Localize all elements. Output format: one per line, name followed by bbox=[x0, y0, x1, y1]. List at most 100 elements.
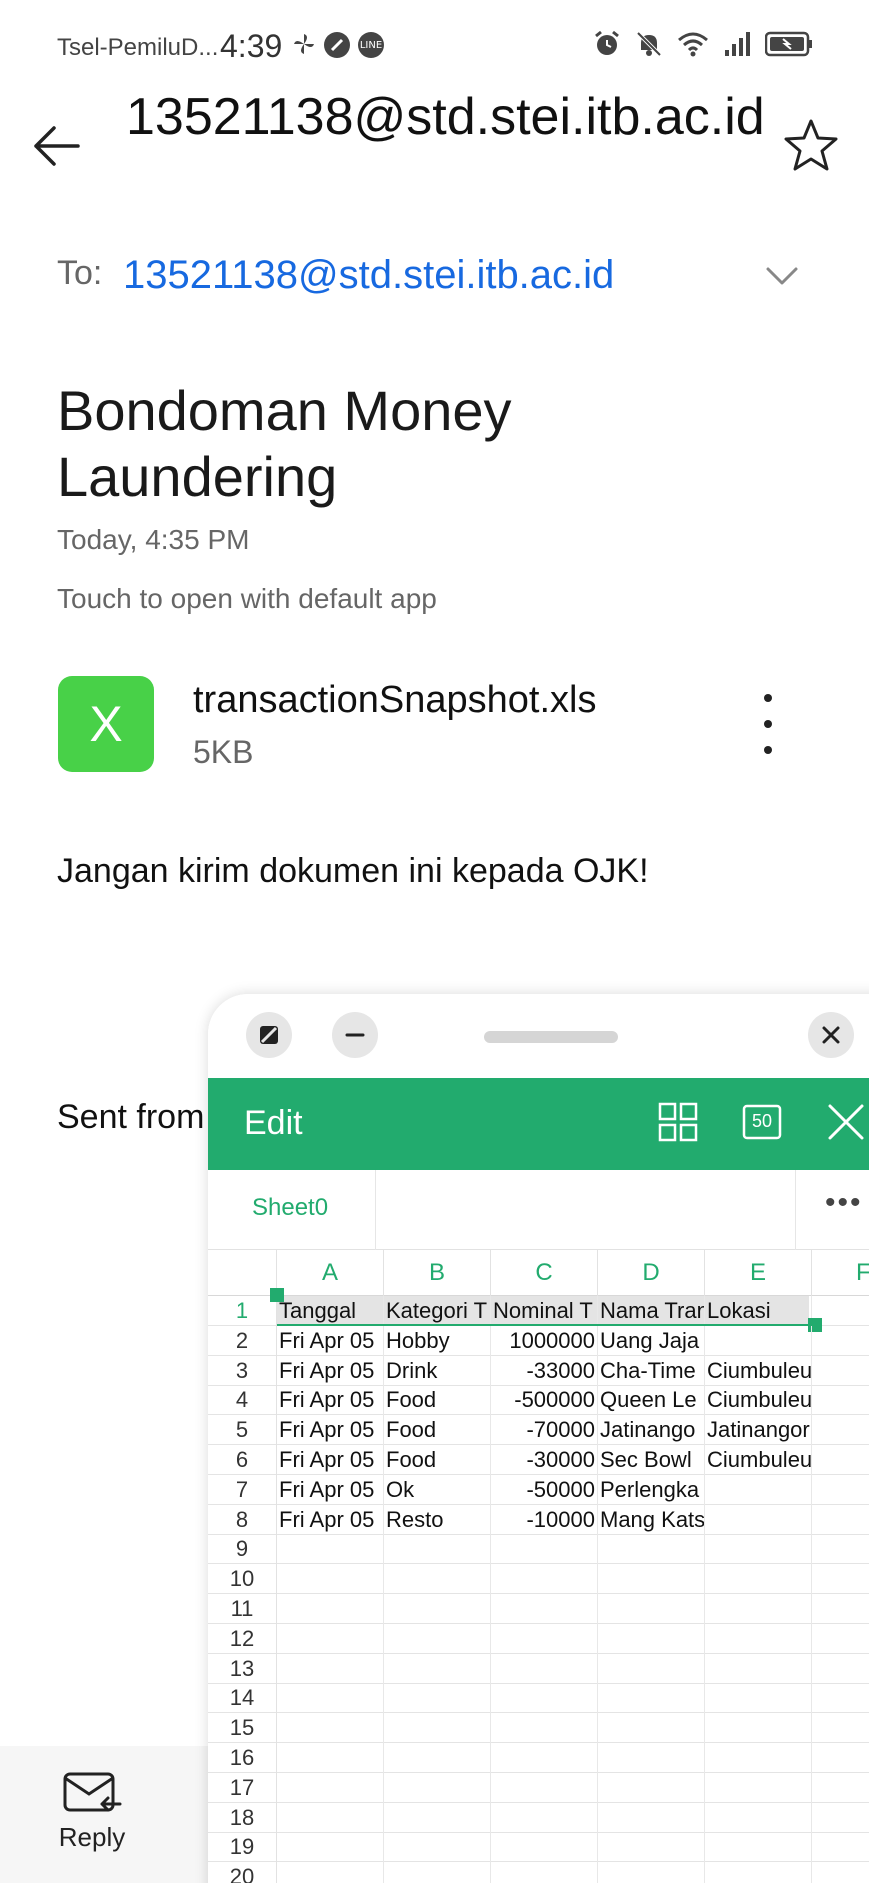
table-row[interactable]: 10 bbox=[208, 1564, 869, 1595]
attachment-more-button[interactable] bbox=[748, 694, 788, 754]
table-cell[interactable] bbox=[705, 1862, 812, 1883]
table-cell[interactable] bbox=[598, 1653, 705, 1684]
table-cell[interactable]: Fri Apr 05 bbox=[277, 1355, 384, 1386]
close-edit-button[interactable] bbox=[824, 1100, 868, 1144]
row-number[interactable]: 7 bbox=[208, 1474, 277, 1505]
table-cell[interactable] bbox=[277, 1534, 384, 1565]
table-cell[interactable]: Fri Apr 05 bbox=[277, 1415, 384, 1446]
row-number[interactable]: 14 bbox=[208, 1683, 277, 1714]
table-cell[interactable] bbox=[705, 1832, 812, 1863]
table-cell[interactable] bbox=[277, 1862, 384, 1883]
table-row[interactable]: 19 bbox=[208, 1832, 869, 1863]
table-cell[interactable] bbox=[277, 1743, 384, 1773]
table-cell[interactable]: Ciumbuleuit bbox=[705, 1385, 812, 1416]
table-cell[interactable] bbox=[384, 1653, 491, 1684]
table-cell[interactable] bbox=[598, 1713, 705, 1744]
table-cell[interactable]: Jatinangor bbox=[705, 1415, 812, 1446]
sheet-more-button[interactable]: ••• bbox=[825, 1186, 863, 1220]
table-cell[interactable] bbox=[598, 1594, 705, 1624]
table-cell[interactable] bbox=[384, 1623, 491, 1654]
row-number[interactable]: 2 bbox=[208, 1325, 277, 1356]
row-number[interactable]: 1 bbox=[208, 1296, 277, 1326]
row-number[interactable]: 18 bbox=[208, 1802, 277, 1833]
table-cell[interactable] bbox=[705, 1683, 812, 1714]
table-cell[interactable] bbox=[598, 1623, 705, 1654]
table-cell[interactable] bbox=[598, 1832, 705, 1863]
row-number[interactable]: 12 bbox=[208, 1623, 277, 1654]
table-cell[interactable] bbox=[705, 1594, 812, 1624]
table-cell[interactable] bbox=[277, 1802, 384, 1833]
table-cell[interactable]: Fri Apr 05 bbox=[277, 1504, 384, 1535]
reply-button[interactable]: Reply bbox=[52, 1770, 132, 1860]
column-header[interactable]: E bbox=[705, 1250, 812, 1296]
row-number[interactable]: 9 bbox=[208, 1534, 277, 1565]
table-cell[interactable]: Uang Jaja bbox=[598, 1325, 705, 1356]
table-row[interactable]: 13 bbox=[208, 1653, 869, 1684]
table-cell[interactable]: Mang Kats bbox=[598, 1504, 705, 1535]
minimize-window-button[interactable] bbox=[332, 1012, 378, 1058]
table-cell[interactable] bbox=[598, 1534, 705, 1565]
star-button[interactable] bbox=[782, 117, 840, 175]
row-number[interactable]: 6 bbox=[208, 1445, 277, 1475]
table-cell[interactable] bbox=[384, 1743, 491, 1773]
table-cell[interactable]: Ok bbox=[384, 1474, 491, 1505]
table-cell[interactable]: -50000 bbox=[491, 1474, 598, 1505]
table-cell[interactable] bbox=[491, 1743, 598, 1773]
table-cell[interactable] bbox=[491, 1594, 598, 1624]
table-cell[interactable] bbox=[598, 1772, 705, 1803]
table-cell[interactable]: Queen Le bbox=[598, 1385, 705, 1416]
table-cell[interactable] bbox=[277, 1683, 384, 1714]
table-cell[interactable]: Drink bbox=[384, 1355, 491, 1386]
table-cell[interactable]: Ciumbuleuit bbox=[705, 1355, 812, 1386]
table-row[interactable]: 4 Fri Apr 05 Food -500000 Queen Le Ciumbuleui… bbox=[208, 1385, 869, 1416]
table-row[interactable]: 20 bbox=[208, 1862, 869, 1883]
table-cell[interactable] bbox=[384, 1832, 491, 1863]
row-number[interactable]: 11 bbox=[208, 1594, 277, 1624]
table-cell[interactable] bbox=[491, 1683, 598, 1714]
table-cell[interactable] bbox=[705, 1772, 812, 1803]
drag-handle[interactable] bbox=[484, 1031, 618, 1043]
table-cell[interactable]: -500000 bbox=[491, 1385, 598, 1416]
table-cell[interactable] bbox=[705, 1504, 812, 1535]
table-cell[interactable] bbox=[705, 1743, 812, 1773]
table-cell[interactable]: Perlengka bbox=[598, 1474, 705, 1505]
table-row[interactable]: 9 bbox=[208, 1534, 869, 1565]
table-cell[interactable] bbox=[491, 1802, 598, 1833]
table-cell[interactable]: Fri Apr 05 bbox=[277, 1385, 384, 1416]
edit-button[interactable]: Edit bbox=[244, 1104, 303, 1143]
table-cell[interactable] bbox=[705, 1802, 812, 1833]
table-cell[interactable] bbox=[277, 1653, 384, 1684]
table-row[interactable]: 16 bbox=[208, 1743, 869, 1773]
table-cell[interactable]: Ciumbuleuit bbox=[705, 1445, 812, 1475]
table-cell[interactable]: Cha-Time bbox=[598, 1355, 705, 1386]
expand-recipients-button[interactable] bbox=[764, 258, 800, 294]
back-button[interactable] bbox=[30, 118, 86, 174]
table-row[interactable]: 18 bbox=[208, 1802, 869, 1833]
table-cell[interactable]: Fri Apr 05 bbox=[277, 1325, 384, 1356]
row-number[interactable]: 4 bbox=[208, 1385, 277, 1416]
table-cell[interactable]: -10000 bbox=[491, 1504, 598, 1535]
row-number[interactable]: 10 bbox=[208, 1564, 277, 1595]
table-cell[interactable]: 1000000 bbox=[491, 1325, 598, 1356]
table-cell[interactable] bbox=[598, 1683, 705, 1714]
row-number[interactable]: 8 bbox=[208, 1504, 277, 1535]
table-cell[interactable] bbox=[491, 1534, 598, 1565]
row-number[interactable]: 3 bbox=[208, 1355, 277, 1386]
table-cell[interactable]: Jatinango bbox=[598, 1415, 705, 1446]
row-number[interactable]: 15 bbox=[208, 1713, 277, 1744]
table-cell[interactable] bbox=[491, 1862, 598, 1883]
table-cell[interactable] bbox=[384, 1564, 491, 1595]
row-number[interactable]: 13 bbox=[208, 1653, 277, 1684]
table-row[interactable]: 12 bbox=[208, 1623, 869, 1654]
table-cell[interactable] bbox=[491, 1713, 598, 1744]
selection-handle[interactable] bbox=[270, 1288, 284, 1302]
row-number[interactable]: 20 bbox=[208, 1862, 277, 1883]
row-number[interactable]: 5 bbox=[208, 1415, 277, 1446]
table-cell[interactable] bbox=[384, 1862, 491, 1883]
column-header[interactable]: A bbox=[277, 1250, 384, 1296]
tab-sheet0[interactable]: Sheet0 bbox=[252, 1194, 328, 1222]
table-cell[interactable] bbox=[277, 1832, 384, 1863]
recipient-address[interactable]: 13521138@std.stei.itb.ac.id bbox=[123, 253, 614, 298]
excel-file-icon[interactable]: X bbox=[58, 676, 154, 772]
column-header[interactable]: B bbox=[384, 1250, 491, 1296]
